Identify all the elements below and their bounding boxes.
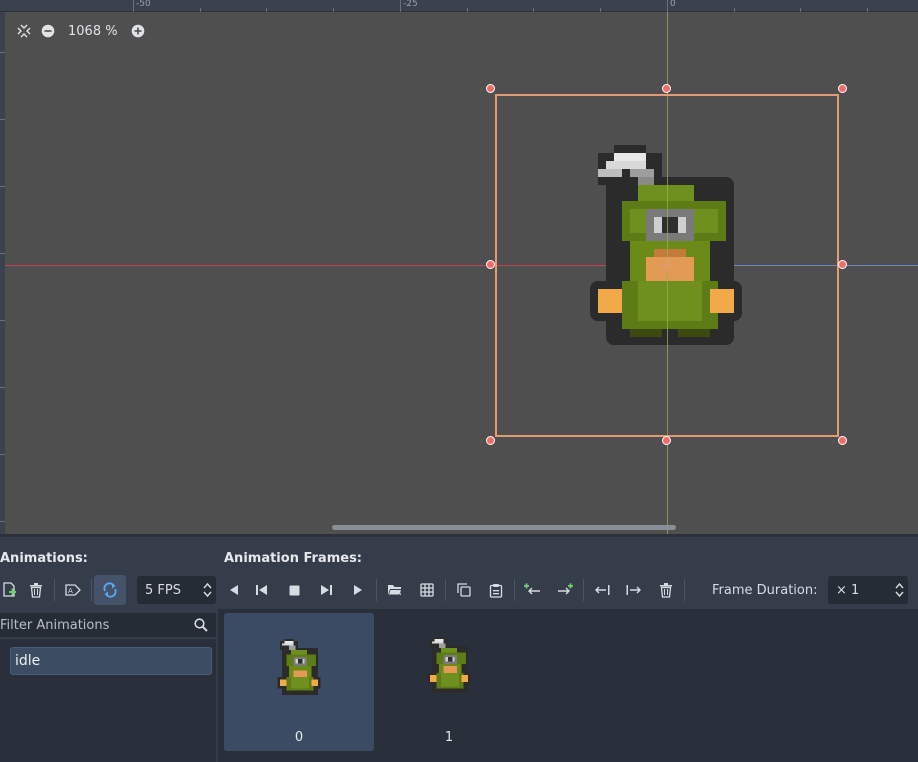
insert-before-icon[interactable] bbox=[517, 575, 549, 605]
frame-index-label: 0 bbox=[294, 730, 304, 745]
ruler-label-0: 0 bbox=[670, 0, 676, 9]
sprite-frames-editor: -50 -25 0 1068 % Animations: Animation F… bbox=[0, 0, 918, 762]
animation-frames-heading: Animation Frames: bbox=[224, 551, 363, 566]
resize-handle-left[interactable] bbox=[486, 260, 495, 269]
play-backwards-icon[interactable] bbox=[222, 575, 246, 605]
ruler-label-minus-50: -50 bbox=[136, 0, 151, 9]
resize-handle-right[interactable] bbox=[838, 260, 847, 269]
frames-toolbar bbox=[222, 575, 687, 605]
spin-arrows-icon[interactable] bbox=[203, 582, 212, 598]
paste-frame-icon[interactable] bbox=[480, 575, 512, 605]
vertical-ruler bbox=[0, 12, 5, 534]
horizontal-ruler: -50 -25 0 bbox=[0, 0, 918, 12]
resize-handle-bottom-left[interactable] bbox=[486, 436, 495, 445]
list-item[interactable]: idle bbox=[10, 647, 212, 675]
move-left-icon[interactable] bbox=[586, 575, 618, 605]
frame-thumbnail bbox=[277, 639, 321, 695]
ruler-label-minus-25: -25 bbox=[403, 0, 418, 9]
resize-handle-bottom[interactable] bbox=[662, 436, 671, 445]
resize-handle-top-right[interactable] bbox=[838, 84, 847, 93]
frame-index-label: 1 bbox=[444, 730, 454, 745]
resize-handle-bottom-right[interactable] bbox=[838, 436, 847, 445]
step-backward-icon[interactable] bbox=[246, 575, 278, 605]
copy-frame-icon[interactable] bbox=[448, 575, 480, 605]
sprite-frames-panel: Animations: Animation Frames: A 5 FPS Fr… bbox=[0, 534, 918, 762]
frame-item[interactable]: 0 bbox=[224, 613, 374, 751]
scrollbar-thumb[interactable] bbox=[332, 525, 676, 530]
delete-frame-icon[interactable] bbox=[650, 575, 682, 605]
frame-item[interactable]: 1 bbox=[374, 613, 524, 751]
insert-after-icon[interactable] bbox=[549, 575, 581, 605]
load-from-file-icon[interactable] bbox=[379, 575, 411, 605]
step-forward-icon[interactable] bbox=[310, 575, 342, 605]
resize-handle-top[interactable] bbox=[662, 84, 671, 93]
frame-duration-spinbox[interactable]: × 1 bbox=[828, 576, 908, 604]
zoom-level-label[interactable]: 1068 % bbox=[60, 24, 126, 39]
delete-animation-icon[interactable] bbox=[20, 575, 52, 605]
search-icon bbox=[194, 617, 208, 636]
play-icon[interactable] bbox=[342, 575, 374, 605]
animations-toolbar: A bbox=[0, 575, 126, 605]
pivot-icon bbox=[660, 258, 674, 272]
new-animation-icon[interactable] bbox=[0, 575, 20, 605]
filter-animations bbox=[0, 613, 216, 637]
animations-heading: Animations: bbox=[0, 551, 88, 566]
canvas-viewport[interactable]: -50 -25 0 1068 % bbox=[0, 0, 918, 534]
animation-list[interactable]: idle bbox=[0, 639, 216, 762]
stop-icon[interactable] bbox=[278, 575, 310, 605]
frame-thumbnail bbox=[427, 637, 471, 693]
move-right-icon[interactable] bbox=[618, 575, 650, 605]
zoom-controls: 1068 % bbox=[12, 20, 150, 42]
zoom-out-icon[interactable] bbox=[36, 20, 60, 42]
filter-animations-input[interactable] bbox=[0, 613, 216, 637]
fps-value: 5 FPS bbox=[145, 582, 181, 598]
frame-duration-label: Frame Duration: bbox=[712, 583, 818, 598]
resize-handle-top-left[interactable] bbox=[486, 84, 495, 93]
load-spritesheet-icon[interactable] bbox=[411, 575, 443, 605]
frame-duration-value: × 1 bbox=[836, 582, 860, 598]
center-view-icon[interactable] bbox=[12, 20, 36, 42]
horizontal-scrollbar[interactable] bbox=[5, 524, 918, 530]
svg-text:A: A bbox=[68, 587, 73, 595]
zoom-in-icon[interactable] bbox=[126, 20, 150, 42]
spin-arrows-icon[interactable] bbox=[895, 582, 904, 598]
autoplay-on-load-icon[interactable]: A bbox=[57, 575, 89, 605]
frames-list[interactable]: 0 1 bbox=[218, 609, 918, 762]
loop-icon[interactable] bbox=[94, 575, 126, 605]
fps-spinbox[interactable]: 5 FPS bbox=[137, 576, 216, 604]
